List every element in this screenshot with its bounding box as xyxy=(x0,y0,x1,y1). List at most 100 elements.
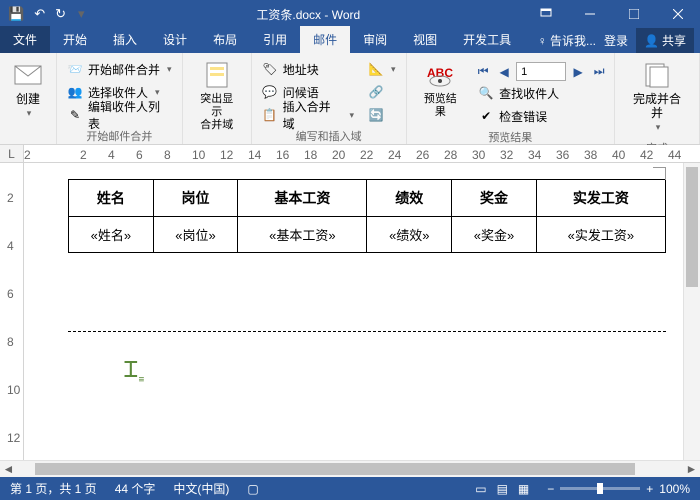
zoom-in-button[interactable]: + xyxy=(646,482,653,496)
maximize-button[interactable] xyxy=(612,0,656,28)
address-icon: 🏷 xyxy=(262,61,278,77)
rules-icon: 📐 xyxy=(368,61,384,77)
vertical-scrollbar[interactable] xyxy=(683,163,700,460)
vertical-ruler[interactable]: 24681012 xyxy=(0,163,24,460)
address-block-button[interactable]: 🏷地址块 xyxy=(258,58,358,80)
zoom-out-button[interactable]: − xyxy=(547,482,554,496)
highlight-icon xyxy=(201,60,233,90)
insert-merge-field-button[interactable]: 📋插入合并域▾ xyxy=(258,104,358,126)
tab-developer[interactable]: 开发工具 xyxy=(450,26,524,53)
language-indicator[interactable]: 中文(中国) xyxy=(173,480,229,497)
cut-line xyxy=(68,331,666,332)
greeting-icon: 💬 xyxy=(262,84,278,100)
next-record-button[interactable]: ▶ xyxy=(569,63,587,81)
ribbon-tabs: 文件 开始 插入 设计 布局 引用 邮件 审阅 视图 开发工具 ♀ 告诉我...… xyxy=(0,28,700,53)
table-field-cell[interactable]: «绩效» xyxy=(367,217,452,253)
table-field-row: «姓名»«岗位»«基本工资»«绩效»«奖金»«实发工资» xyxy=(69,217,666,253)
zoom-level[interactable]: 100% xyxy=(659,482,690,496)
finish-icon xyxy=(641,60,673,90)
scroll-left-button[interactable]: ◄ xyxy=(0,461,17,477)
page-indicator[interactable]: 第 1 页，共 1 页 xyxy=(10,480,97,497)
update-icon: 🔄 xyxy=(368,107,384,123)
edit-list-icon: ✎ xyxy=(67,107,83,123)
tab-layout[interactable]: 布局 xyxy=(200,26,250,53)
document-canvas[interactable]: 姓名岗位基本工资绩效奖金实发工资 «姓名»«岗位»«基本工资»«绩效»«奖金»«… xyxy=(24,163,683,460)
status-bar: 第 1 页，共 1 页 44 个字 中文(中国) ▢ ▭ ▤ ▦ − + 100… xyxy=(0,477,700,500)
text-cursor-icon: Ꮖ≡ xyxy=(124,357,144,385)
zoom-slider[interactable] xyxy=(560,487,640,490)
tab-home[interactable]: 开始 xyxy=(50,26,100,53)
table-field-cell[interactable]: «姓名» xyxy=(69,217,154,253)
edit-recipient-list-button[interactable]: ✎编辑收件人列表 xyxy=(63,104,176,126)
record-number-input[interactable] xyxy=(516,62,566,81)
share-button[interactable]: 👤共享 xyxy=(636,28,694,53)
check-errors-button[interactable]: ✔检查错误 xyxy=(474,105,608,127)
title-bar: 💾 ↶ ↻ ▾ 工资条.docx - Word xyxy=(0,0,700,28)
table-header-cell[interactable]: 岗位 xyxy=(153,180,238,217)
table-header-row: 姓名岗位基本工资绩效奖金实发工资 xyxy=(69,180,666,217)
rules-button[interactable]: 📐▾ xyxy=(364,58,400,80)
match-icon: 🔗 xyxy=(368,84,384,100)
view-mode-switcher: ▭ ▤ ▦ xyxy=(475,482,529,496)
last-record-button[interactable]: ⏭ xyxy=(590,63,608,81)
prev-record-button[interactable]: ◀ xyxy=(495,63,513,81)
tab-design[interactable]: 设计 xyxy=(150,26,200,53)
tab-insert[interactable]: 插入 xyxy=(100,26,150,53)
finish-merge-button[interactable]: 完成并合并▾ xyxy=(621,56,693,138)
web-layout-icon[interactable]: ▦ xyxy=(518,482,529,496)
quick-access-toolbar: 💾 ↶ ↻ ▾ xyxy=(0,6,93,22)
table-header-cell[interactable]: 绩效 xyxy=(367,180,452,217)
recipients-icon: 👥 xyxy=(67,84,83,100)
qat-customize-icon[interactable]: ▾ xyxy=(78,6,85,22)
horizontal-ruler[interactable]: L 22468101214161820222426283032343638404… xyxy=(0,145,700,163)
window-controls xyxy=(524,0,700,28)
minimize-button[interactable] xyxy=(568,0,612,28)
scroll-right-button[interactable]: ► xyxy=(683,461,700,477)
find-recipient-button[interactable]: 🔍查找收件人 xyxy=(474,82,608,104)
close-button[interactable] xyxy=(656,0,700,28)
share-icon: 👤 xyxy=(644,34,659,48)
ribbon: 创建▾ 📨开始邮件合并▾ 👥选择收件人▾ ✎编辑收件人列表 开始邮件合并 突出显… xyxy=(0,53,700,145)
payroll-table[interactable]: 姓名岗位基本工资绩效奖金实发工资 «姓名»«岗位»«基本工资»«绩效»«奖金»«… xyxy=(68,179,666,253)
preview-results-button[interactable]: ABC 预览结果 xyxy=(413,56,469,123)
table-field-cell[interactable]: «实发工资» xyxy=(536,217,665,253)
zoom-handle[interactable] xyxy=(597,483,603,494)
table-field-cell[interactable]: «基本工资» xyxy=(238,217,367,253)
word-count[interactable]: 44 个字 xyxy=(115,480,156,497)
scrollbar-thumb[interactable] xyxy=(686,167,698,287)
update-labels-button[interactable]: 🔄 xyxy=(364,104,400,126)
table-header-cell[interactable]: 基本工资 xyxy=(238,180,367,217)
find-icon: 🔍 xyxy=(478,85,494,101)
tab-file[interactable]: 文件 xyxy=(0,26,50,53)
table-header-cell[interactable]: 实发工资 xyxy=(536,180,665,217)
match-fields-button[interactable]: 🔗 xyxy=(364,81,400,103)
horizontal-scrollbar[interactable] xyxy=(17,461,683,477)
table-field-cell[interactable]: «岗位» xyxy=(153,217,238,253)
scrollbar-thumb[interactable] xyxy=(35,463,635,475)
tell-me[interactable]: ♀ 告诉我... xyxy=(538,32,596,49)
read-mode-icon[interactable]: ▭ xyxy=(475,482,486,496)
page: 姓名岗位基本工资绩效奖金实发工资 «姓名»«岗位»«基本工资»«绩效»«奖金»«… xyxy=(68,167,666,332)
save-icon[interactable]: 💾 xyxy=(8,6,24,22)
table-header-cell[interactable]: 姓名 xyxy=(69,180,154,217)
ribbon-options-icon[interactable] xyxy=(524,0,568,28)
table-field-cell[interactable]: «奖金» xyxy=(452,217,537,253)
start-mail-merge-button[interactable]: 📨开始邮件合并▾ xyxy=(63,58,176,80)
tab-mailings[interactable]: 邮件 xyxy=(300,26,350,53)
print-layout-icon[interactable]: ▤ xyxy=(497,482,508,496)
group-label-preview: 预览结果 xyxy=(413,127,609,147)
create-button[interactable]: 创建▾ xyxy=(6,56,50,124)
table-header-cell[interactable]: 奖金 xyxy=(452,180,537,217)
tab-view[interactable]: 视图 xyxy=(400,26,450,53)
highlight-merge-fields-button[interactable]: 突出显示合并域 xyxy=(189,56,245,136)
tab-references[interactable]: 引用 xyxy=(250,26,300,53)
record-macro-icon[interactable]: ▢ xyxy=(247,482,258,496)
redo-icon[interactable]: ↻ xyxy=(55,6,66,22)
tab-review[interactable]: 审阅 xyxy=(350,26,400,53)
group-label-start: 开始邮件合并 xyxy=(63,126,176,146)
login-link[interactable]: 登录 xyxy=(604,32,628,49)
preview-icon: ABC xyxy=(424,60,456,90)
ruler-corner: L xyxy=(0,145,24,162)
first-record-button[interactable]: ⏮ xyxy=(474,63,492,81)
undo-icon[interactable]: ↶ xyxy=(34,6,45,22)
